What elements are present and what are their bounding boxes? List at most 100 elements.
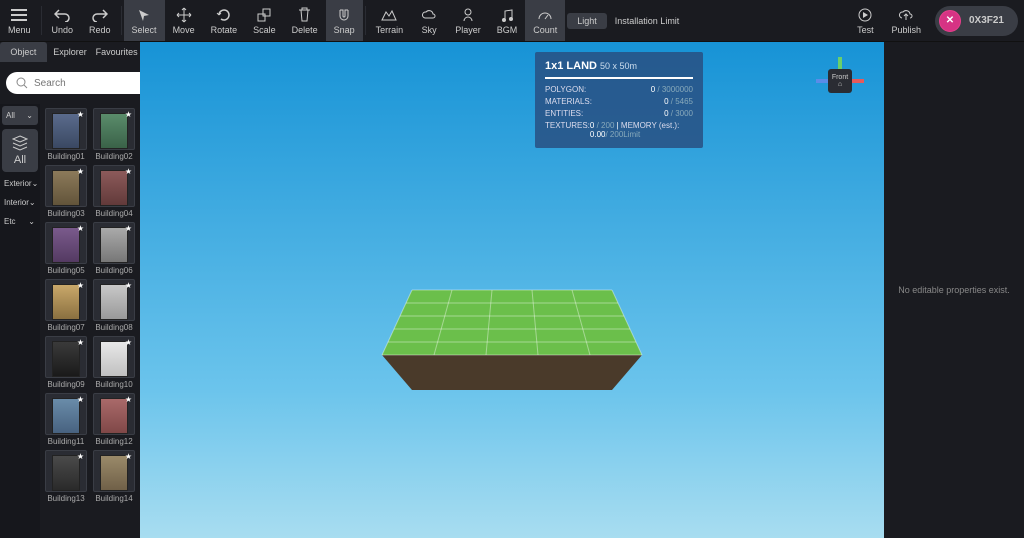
asset-item[interactable]: ★Building11 — [44, 393, 88, 446]
sky-label: Sky — [422, 25, 437, 35]
layers-icon — [12, 135, 28, 151]
install-limit-label: Installation Limit — [615, 16, 680, 26]
test-button[interactable]: Test — [847, 0, 883, 41]
scale-icon — [257, 7, 271, 23]
user-avatar-icon: ✕ — [939, 10, 961, 32]
cloud-icon — [421, 7, 437, 23]
star-icon: ★ — [77, 224, 84, 233]
play-circle-icon — [857, 7, 873, 23]
redo-label: Redo — [89, 25, 111, 35]
asset-item[interactable]: ★Building09 — [44, 336, 88, 389]
top-toolbar: Menu Undo Redo Select Move Rotate Scale … — [0, 0, 1024, 42]
properties-panel: No editable properties exist. — [884, 42, 1024, 538]
search-icon — [16, 77, 28, 89]
asset-item[interactable]: ★Building08 — [92, 279, 136, 332]
music-icon — [500, 7, 514, 23]
rotate-tool-button[interactable]: Rotate — [203, 0, 246, 41]
asset-item[interactable]: ★Building07 — [44, 279, 88, 332]
cat-all[interactable]: All — [2, 129, 38, 172]
publish-label: Publish — [891, 25, 921, 35]
select-label: Select — [132, 25, 157, 35]
star-icon: ★ — [77, 395, 84, 404]
select-tool-button[interactable]: Select — [124, 0, 165, 41]
bgm-label: BGM — [497, 25, 518, 35]
light-chip[interactable]: Light — [567, 13, 607, 29]
star-icon: ★ — [125, 281, 132, 290]
player-button[interactable]: Player — [447, 0, 489, 41]
cat-all-top[interactable]: All⌄ — [2, 106, 38, 125]
asset-item[interactable]: ★Building04 — [92, 165, 136, 218]
move-icon — [176, 7, 192, 23]
publish-button[interactable]: Publish — [883, 0, 929, 41]
asset-item[interactable]: ★Building03 — [44, 165, 88, 218]
star-icon: ★ — [125, 224, 132, 233]
terrain-icon — [381, 7, 397, 23]
star-icon: ★ — [77, 281, 84, 290]
tab-explorer[interactable]: Explorer — [47, 42, 94, 62]
gizmo-face[interactable]: Front⌂ — [828, 69, 852, 93]
gauge-icon — [537, 7, 553, 23]
terrain-label: Terrain — [376, 25, 404, 35]
chevron-down-icon: ⌄ — [28, 217, 35, 226]
bgm-button[interactable]: BGM — [489, 0, 526, 41]
menu-button[interactable]: Menu — [0, 0, 39, 41]
delete-label: Delete — [292, 25, 318, 35]
move-tool-button[interactable]: Move — [165, 0, 203, 41]
undo-button[interactable]: Undo — [44, 0, 82, 41]
sky-button[interactable]: Sky — [411, 0, 447, 41]
land-title: 1x1 LAND — [545, 60, 597, 72]
tab-object[interactable]: Object — [0, 42, 47, 62]
count-button[interactable]: Count — [525, 0, 565, 41]
star-icon: ★ — [125, 167, 132, 176]
star-icon: ★ — [125, 395, 132, 404]
trash-icon — [298, 7, 311, 23]
asset-grid: ★Building01 ★Building02 ★Building03 ★Bui… — [40, 104, 140, 538]
magnet-icon — [337, 7, 351, 23]
user-id: 0X3F21 — [969, 15, 1004, 26]
cat-etc[interactable]: Etc⌄ — [0, 212, 40, 231]
redo-button[interactable]: Redo — [81, 0, 119, 41]
asset-item[interactable]: ★Building02 — [92, 108, 136, 161]
properties-empty-message: No editable properties exist. — [898, 285, 1010, 295]
cat-interior[interactable]: Interior⌄ — [0, 193, 40, 212]
redo-icon — [92, 7, 108, 23]
move-label: Move — [173, 25, 195, 35]
axis-x-icon — [850, 79, 864, 83]
land-dimensions: 50 x 50m — [600, 61, 637, 71]
chevron-down-icon: ⌄ — [32, 179, 39, 188]
rotate-label: Rotate — [211, 25, 238, 35]
resource-info-panel: 1x1 LAND 50 x 50m POLYGON:0 / 3000000 MA… — [535, 52, 703, 148]
star-icon: ★ — [77, 110, 84, 119]
rotate-icon — [216, 7, 232, 23]
orientation-gizmo[interactable]: Front⌂ — [816, 57, 864, 105]
delete-tool-button[interactable]: Delete — [284, 0, 326, 41]
star-icon: ★ — [125, 452, 132, 461]
user-pill[interactable]: ✕ 0X3F21 — [935, 6, 1018, 36]
cat-exterior[interactable]: Exterior⌄ — [0, 174, 40, 193]
cursor-icon — [137, 7, 151, 23]
asset-item[interactable]: ★Building10 — [92, 336, 136, 389]
player-label: Player — [455, 25, 481, 35]
menu-label: Menu — [8, 25, 31, 35]
asset-item[interactable]: ★Building01 — [44, 108, 88, 161]
count-label: Count — [533, 25, 557, 35]
star-icon: ★ — [125, 338, 132, 347]
chevron-down-icon: ⌄ — [26, 111, 33, 120]
hamburger-icon — [11, 7, 27, 23]
snap-tool-button[interactable]: Snap — [326, 0, 363, 41]
terrain-button[interactable]: Terrain — [368, 0, 412, 41]
undo-icon — [54, 7, 70, 23]
asset-item[interactable]: ★Building06 — [92, 222, 136, 275]
scale-tool-button[interactable]: Scale — [245, 0, 284, 41]
land-plane-icon — [352, 270, 672, 420]
chevron-down-icon: ⌄ — [29, 198, 36, 207]
asset-item[interactable]: ★Building12 — [92, 393, 136, 446]
asset-item[interactable]: ★Building14 — [92, 450, 136, 503]
3d-viewport[interactable]: 1x1 LAND 50 x 50m POLYGON:0 / 3000000 MA… — [140, 42, 884, 538]
asset-item[interactable]: ★Building05 — [44, 222, 88, 275]
star-icon: ★ — [125, 110, 132, 119]
asset-item[interactable]: ★Building13 — [44, 450, 88, 503]
tab-favourites[interactable]: Favourites — [93, 42, 140, 62]
player-icon — [462, 7, 474, 23]
asset-tabs: Object Explorer Favourites — [0, 42, 140, 62]
